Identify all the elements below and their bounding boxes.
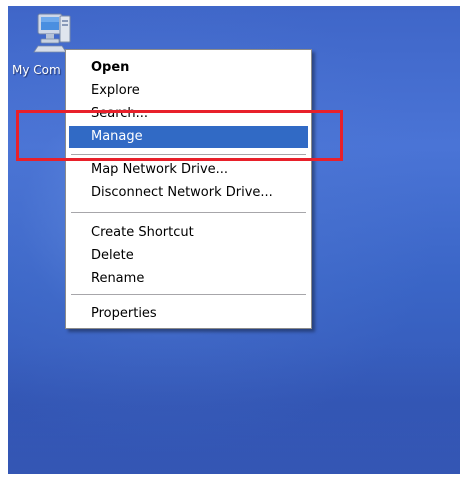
menu-item-create-shortcut[interactable]: Create Shortcut <box>69 222 308 244</box>
menu-item-delete[interactable]: Delete <box>69 245 308 267</box>
context-menu: Open Explore Search... Manage Map Networ… <box>65 49 312 329</box>
screenshot-frame: My Com Open Explore Search... Manage Map… <box>0 0 467 477</box>
menu-separator <box>71 294 306 295</box>
menu-item-rename[interactable]: Rename <box>69 268 308 290</box>
menu-item-properties[interactable]: Properties <box>69 303 308 325</box>
my-computer-label[interactable]: My Com <box>12 63 61 77</box>
highlight-annotation <box>16 110 343 161</box>
menu-separator <box>71 212 306 213</box>
menu-item-disconnect-network-drive[interactable]: Disconnect Network Drive... <box>69 182 308 204</box>
menu-item-map-network-drive[interactable]: Map Network Drive... <box>69 159 308 181</box>
menu-item-explore[interactable]: Explore <box>69 80 308 102</box>
desktop[interactable]: My Com Open Explore Search... Manage Map… <box>8 6 460 474</box>
menu-item-open[interactable]: Open <box>69 57 308 79</box>
